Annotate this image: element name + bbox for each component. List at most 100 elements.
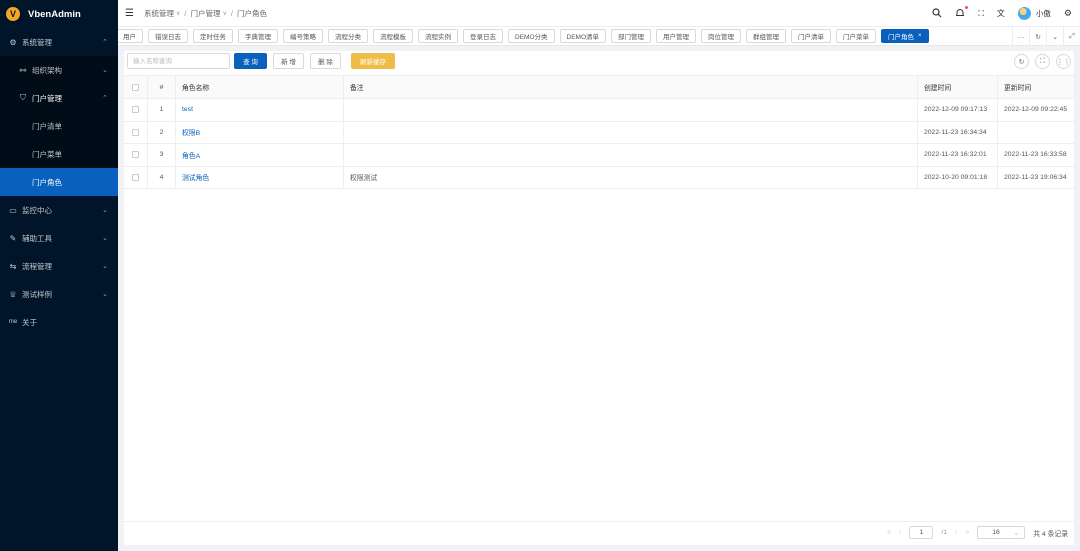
sidebar-item-portal-menu[interactable]: 门户菜单 xyxy=(0,140,118,168)
delete-button[interactable]: 删 除 xyxy=(310,53,341,69)
sidebar-item-test[interactable]: ♕ 测试样例 ⌄ xyxy=(0,280,118,308)
first-page-icon[interactable]: « xyxy=(887,529,891,536)
tab-more-icon[interactable]: … xyxy=(1012,27,1029,45)
header-updated[interactable]: 更新时间 xyxy=(998,76,1074,98)
sidebar-item-tools[interactable]: ✎ 辅助工具 ⌄ xyxy=(0,224,118,252)
gear-icon: ⚙ xyxy=(9,37,17,47)
top-header: ☰ 系统管理 ∨ / 门户管理 ∨ / 门户角色 ⛶ 文 小傲 ⚙ xyxy=(118,0,1080,27)
role-name-link[interactable]: 权限B xyxy=(176,121,344,143)
settings-icon[interactable]: ⚙ xyxy=(1064,8,1072,19)
tab-item[interactable]: 岗位管理 xyxy=(701,29,741,43)
tab-item[interactable]: 门户菜单 xyxy=(836,29,876,43)
prev-page-icon[interactable]: ‹ xyxy=(899,529,901,536)
page-input[interactable]: 1 xyxy=(909,526,934,539)
sidebar-item-portal[interactable]: ⛉ 门户管理 ⌃ xyxy=(0,84,118,112)
search-icon[interactable] xyxy=(932,7,942,20)
tab-refresh-icon[interactable]: ↻ xyxy=(1029,27,1046,45)
tab-item[interactable]: 用户 xyxy=(118,29,143,43)
table-tools: ↻ ⛶ ⋮⋮ xyxy=(1014,54,1071,69)
columns-icon[interactable]: ⋮⋮ xyxy=(1056,54,1071,69)
sidebar-item-portal-list[interactable]: 门户清单 xyxy=(0,112,118,140)
row-checkbox[interactable] xyxy=(132,151,139,159)
sidebar-item-system[interactable]: ⚙ 系统管理 ⌃ xyxy=(0,28,118,56)
tab-item[interactable]: 字典管理 xyxy=(238,29,278,43)
row-select-cell[interactable] xyxy=(124,121,148,143)
table-row[interactable]: 2 权限B 2022-11-23 16:34:34 xyxy=(124,121,1074,144)
table-toolbar: 查 询 新 增 删 除 刷新缓存 ↻ ⛶ ⋮⋮ xyxy=(124,51,1074,72)
row-checkbox[interactable] xyxy=(132,106,139,114)
tab-label: 编号策略 xyxy=(290,34,316,41)
tab-item[interactable]: 流程分类 xyxy=(328,29,368,43)
created-time: 2022-11-23 16:34:34 xyxy=(918,121,998,143)
tab-dropdown-icon[interactable]: ⌄ xyxy=(1046,27,1063,45)
tab-item[interactable]: 部门管理 xyxy=(611,29,651,43)
role-name-link[interactable]: 测试角色 xyxy=(176,166,344,188)
sidebar-item-monitor[interactable]: ▭ 监控中心 ⌄ xyxy=(0,196,118,224)
page-total: /1 xyxy=(941,529,947,536)
table-row[interactable]: 4 测试角色 权限测试 2022-10-20 09:01:18 2022-11-23 1… xyxy=(124,166,1074,189)
chevron-down-icon: ⌄ xyxy=(102,291,108,298)
row-select-cell[interactable] xyxy=(124,99,148,121)
tab-item[interactable]: 编号策略 xyxy=(283,29,323,43)
page-size-select[interactable]: 16 ⌄ xyxy=(977,526,1026,539)
tab-label: 用户管理 xyxy=(663,34,689,41)
row-checkbox[interactable] xyxy=(132,173,139,181)
refresh-icon[interactable]: ↻ xyxy=(1014,54,1029,69)
bell-icon[interactable] xyxy=(955,5,969,20)
sidebar-item-portal-role[interactable]: 门户角色 xyxy=(0,168,118,196)
header-name[interactable]: 角色名称 xyxy=(176,76,344,98)
tab-item[interactable]: 群组管理 xyxy=(746,29,786,43)
last-page-icon[interactable]: » xyxy=(965,529,969,536)
tabs-tools: … ↻ ⌄ ⤢ xyxy=(1012,27,1080,45)
tab-item[interactable]: 定时任务 xyxy=(193,29,233,43)
username: 小傲 xyxy=(1035,9,1051,18)
chevron-up-icon: ⌃ xyxy=(102,95,108,102)
tab-item[interactable]: 门户清单 xyxy=(791,29,831,43)
table-row[interactable]: 1 test 2022-12-09 09:17:13 2022-12-09 09:22… xyxy=(124,99,1074,122)
header-created[interactable]: 创建时间 xyxy=(918,76,998,98)
fullscreen-icon[interactable]: ⛶ xyxy=(978,9,984,19)
tab-item[interactable]: 门户角色 × xyxy=(881,29,929,43)
sidebar-item-label: 测试样例 xyxy=(22,289,52,299)
breadcrumb-item[interactable]: 系统管理 xyxy=(144,8,174,19)
header-remark[interactable]: 备注 xyxy=(344,76,918,98)
page-size-value: 16 xyxy=(992,529,1000,536)
sidebar-item-org[interactable]: ⚯ 组织架构 ⌄ xyxy=(0,56,118,84)
tab-label: 门户菜单 xyxy=(843,34,869,41)
table-row[interactable]: 3 角色A 2022-11-23 16:32:01 2022-11-23 16:33:… xyxy=(124,144,1074,167)
user-menu[interactable]: 小傲 xyxy=(1017,7,1051,20)
role-name-link[interactable]: test xyxy=(176,99,344,121)
roles-table: # 角色名称 备注 创建时间 更新时间 1 test 2022-12-09 09:1… xyxy=(124,75,1074,189)
sidebar-item-about[interactable]: me 关于 xyxy=(0,308,118,336)
table-header-row: # 角色名称 备注 创建时间 更新时间 xyxy=(124,76,1074,99)
select-all-cell[interactable] xyxy=(124,76,148,98)
sidebar-item-label: 辅助工具 xyxy=(22,233,52,243)
translate-icon[interactable]: 文 xyxy=(997,8,1005,19)
query-button[interactable]: 查 询 xyxy=(234,53,267,69)
breadcrumb-item[interactable]: 门户管理 xyxy=(191,8,221,19)
role-name-link[interactable]: 角色A xyxy=(176,144,344,166)
add-button[interactable]: 新 增 xyxy=(273,53,304,69)
row-checkbox[interactable] xyxy=(132,128,139,136)
tab-fold-icon[interactable]: ⤢ xyxy=(1063,27,1080,45)
tab-item[interactable]: 流程模板 xyxy=(373,29,413,43)
tab-item[interactable]: 登录日志 xyxy=(463,29,503,43)
app-logo[interactable]: V VbenAdmin xyxy=(0,0,118,28)
tab-item[interactable]: 用户管理 xyxy=(656,29,696,43)
refresh-cache-button[interactable]: 刷新缓存 xyxy=(351,53,395,69)
next-page-icon[interactable]: › xyxy=(955,529,957,536)
select-all-checkbox[interactable] xyxy=(132,83,139,91)
tab-item[interactable]: DEMO清单 xyxy=(559,29,606,43)
chevron-down-icon: ⌄ xyxy=(1013,529,1020,537)
menu-fold-icon[interactable]: ☰ xyxy=(125,8,135,19)
tab-item[interactable]: 错误日志 xyxy=(148,29,188,43)
tab-item[interactable]: 流程实例 xyxy=(418,29,458,43)
row-select-cell[interactable] xyxy=(124,144,148,166)
tab-item[interactable]: DEMO分类 xyxy=(508,29,555,43)
close-icon[interactable]: × xyxy=(918,33,922,39)
row-select-cell[interactable] xyxy=(124,166,148,188)
search-input[interactable] xyxy=(127,53,230,69)
expand-icon[interactable]: ⛶ xyxy=(1035,54,1050,69)
sidebar-item-flow[interactable]: ⇆ 流程管理 ⌄ xyxy=(0,252,118,280)
breadcrumb-item: 门户角色 xyxy=(237,8,267,18)
